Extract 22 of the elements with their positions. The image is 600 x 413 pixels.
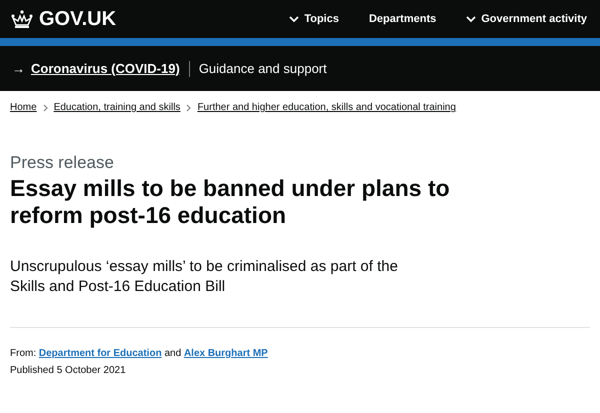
organisation-link[interactable]: Department for Education: [38, 348, 162, 359]
organisation-link[interactable]: Alex Burghart MP: [184, 348, 268, 359]
from-line: From: Department for Education and Alex Burghart MP: [10, 348, 269, 359]
page-title: Essay mills to be banned under plans to reform post-16 education: [10, 175, 450, 229]
chevron-down-icon: [289, 16, 300, 22]
chevron-right-icon: [42, 104, 48, 112]
crown-icon: [10, 9, 34, 29]
nav-link[interactable]: Topics: [289, 13, 339, 25]
nav-link[interactable]: Departments: [368, 13, 436, 25]
page-caption: Press release: [10, 153, 115, 173]
breadcrumb-link[interactable]: Education, training and skills: [54, 102, 180, 113]
breadcrumb-link[interactable]: Further and higher education, skills and vocational training: [197, 102, 456, 113]
lead-paragraph: Unscrupulous ‘essay mills’ to be criminalised as part of the Skills and Post-16 Education Bill: [10, 257, 399, 297]
covid-link[interactable]: Coronavirus (COVID-19): [31, 61, 180, 76]
banner-text: Guidance and support: [198, 61, 327, 76]
published-date: Published 5 October 2021: [10, 365, 127, 376]
breadcrumb-link[interactable]: Home: [10, 102, 37, 113]
site-logo[interactable]: GOV.UK: [39, 8, 116, 30]
arrow-icon: →: [12, 61, 25, 76]
chevron-down-icon: [466, 16, 476, 22]
chevron-right-icon: [186, 104, 192, 112]
nav-link[interactable]: Government activity: [466, 13, 587, 25]
